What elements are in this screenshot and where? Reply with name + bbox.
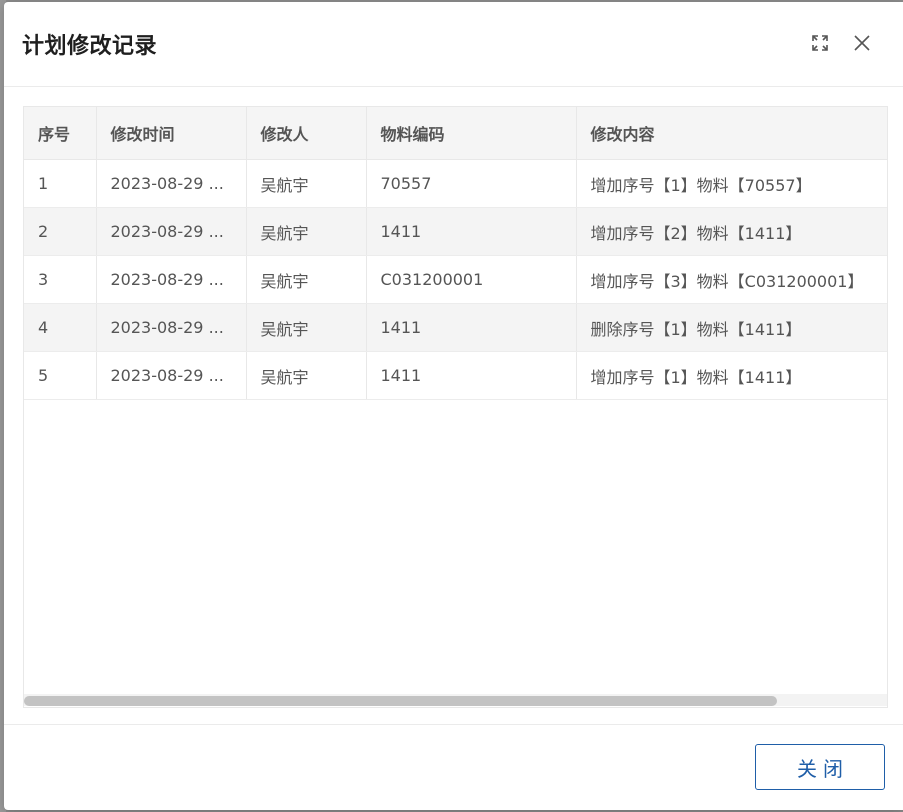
cell-user: 吴航宇	[246, 303, 367, 352]
cell-user: 吴航宇	[246, 159, 367, 208]
cell-seq: 4	[24, 303, 97, 352]
cell-seq: 2	[24, 207, 97, 256]
cell-code: 1411	[366, 303, 577, 352]
cell-content: 增加序号【1】物料【70557】	[576, 159, 887, 208]
horizontal-scrollbar[interactable]	[24, 694, 887, 706]
cell-user: 吴航宇	[246, 207, 367, 256]
header-material-code[interactable]: 物料编码	[366, 107, 577, 160]
cell-seq: 5	[24, 351, 97, 400]
table-row[interactable]: 4 2023-08-29 ... 吴航宇 1411 删除序号【1】物料【1411…	[24, 303, 887, 352]
header-seq[interactable]: 序号	[24, 107, 97, 160]
cell-code: C031200001	[366, 255, 577, 304]
fullscreen-button[interactable]	[807, 30, 833, 56]
fullscreen-icon	[812, 35, 828, 51]
modification-record-dialog: 计划修改记录 序号 修改时间 修改人 物料编码 修改内容 1 2023-08-2…	[4, 2, 903, 810]
cell-code: 1411	[366, 351, 577, 400]
cell-content: 增加序号【3】物料【C031200001】	[576, 255, 887, 304]
close-icon	[854, 35, 870, 51]
dialog-title: 计划修改记录	[22, 34, 158, 59]
cell-time: 2023-08-29 ...	[96, 255, 247, 304]
table-header-row: 序号 修改时间 修改人 物料编码 修改内容	[24, 107, 887, 160]
table-row[interactable]: 2 2023-08-29 ... 吴航宇 1411 增加序号【2】物料【1411…	[24, 207, 887, 256]
scrollbar-thumb[interactable]	[24, 696, 777, 706]
cell-seq: 3	[24, 255, 97, 304]
cell-content: 增加序号【1】物料【1411】	[576, 351, 887, 400]
cell-time: 2023-08-29 ...	[96, 159, 247, 208]
cell-user: 吴航宇	[246, 351, 367, 400]
table-row[interactable]: 5 2023-08-29 ... 吴航宇 1411 增加序号【1】物料【1411…	[24, 351, 887, 400]
cell-time: 2023-08-29 ...	[96, 351, 247, 400]
close-x-button[interactable]	[849, 30, 875, 56]
cell-time: 2023-08-29 ...	[96, 207, 247, 256]
cell-content: 删除序号【1】物料【1411】	[576, 303, 887, 352]
records-table: 序号 修改时间 修改人 物料编码 修改内容 1 2023-08-29 ... 吴…	[23, 106, 888, 708]
table-row[interactable]: 3 2023-08-29 ... 吴航宇 C031200001 增加序号【3】物…	[24, 255, 887, 304]
header-modify-content[interactable]: 修改内容	[576, 107, 887, 160]
header-modifier[interactable]: 修改人	[246, 107, 367, 160]
cell-content: 增加序号【2】物料【1411】	[576, 207, 887, 256]
dialog-header: 计划修改记录	[4, 2, 903, 87]
cell-code: 1411	[366, 207, 577, 256]
dialog-footer: 关闭	[4, 724, 903, 811]
table-row[interactable]: 1 2023-08-29 ... 吴航宇 70557 增加序号【1】物料【705…	[24, 159, 887, 208]
cell-code: 70557	[366, 159, 577, 208]
header-modify-time[interactable]: 修改时间	[96, 107, 247, 160]
close-button[interactable]: 关闭	[755, 744, 885, 790]
cell-seq: 1	[24, 159, 97, 208]
cell-user: 吴航宇	[246, 255, 367, 304]
cell-time: 2023-08-29 ...	[96, 303, 247, 352]
